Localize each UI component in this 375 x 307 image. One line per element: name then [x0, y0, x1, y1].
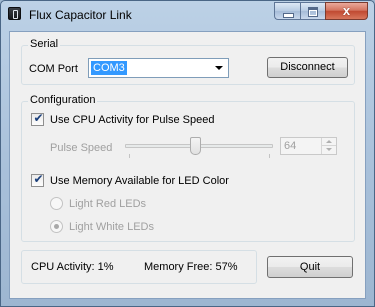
chevron-down-icon[interactable]	[215, 66, 223, 70]
quit-button[interactable]: Quit	[267, 256, 353, 278]
cpu-activity-label[interactable]: Use CPU Activity for Pulse Speed	[50, 114, 214, 126]
close-button[interactable]: x	[325, 2, 368, 20]
configuration-group-legend: Configuration	[28, 94, 98, 106]
cpu-activity-status: CPU Activity: 1%	[31, 261, 114, 273]
client-area: Serial COM Port COM3 Disconnect Configur…	[9, 31, 366, 299]
cpu-activity-checkbox[interactable]: ✔	[31, 111, 44, 126]
slider-tick	[129, 154, 130, 158]
pulse-speed-label: Pulse Speed	[50, 142, 113, 154]
radio-light-white-leds[interactable]	[50, 220, 63, 233]
slider-thumb[interactable]	[190, 137, 201, 155]
spinner-down-icon[interactable]	[322, 146, 336, 154]
radio-light-red-leds-label[interactable]: Light Red LEDs	[69, 198, 146, 210]
title-bar[interactable]: Flux Capacitor Link x	[1, 1, 374, 27]
memory-available-label[interactable]: Use Memory Available for LED Color	[50, 175, 229, 187]
checkmark-icon: ✔	[33, 172, 44, 186]
close-icon: x	[342, 3, 351, 18]
caption-buttons: x	[274, 2, 368, 21]
slider-tick	[269, 154, 270, 158]
com-port-select[interactable]: COM3	[88, 58, 229, 78]
flux-capacitor-app-icon	[8, 7, 21, 20]
radio-light-white-leds-label[interactable]: Light White LEDs	[69, 221, 154, 233]
spinner-up-icon[interactable]	[322, 138, 336, 146]
memory-free-status: Memory Free: 57%	[144, 261, 238, 273]
spinner-buttons	[321, 138, 336, 154]
pulse-speed-value: 64	[284, 140, 297, 152]
radio-light-red-leds[interactable]	[50, 197, 63, 210]
serial-group-legend: Serial	[28, 38, 61, 50]
com-port-label: COM Port	[29, 63, 78, 75]
maximize-button[interactable]	[300, 2, 325, 20]
disconnect-button[interactable]: Disconnect	[267, 57, 348, 78]
com-port-value: COM3	[91, 61, 127, 75]
memory-available-checkbox[interactable]: ✔	[31, 172, 44, 187]
minimize-button[interactable]	[274, 2, 300, 20]
checkmark-icon: ✔	[33, 111, 44, 125]
window-title: Flux Capacitor Link	[29, 8, 132, 22]
pulse-speed-spinner[interactable]: 64	[280, 137, 337, 155]
app-window: Flux Capacitor Link x Serial COM Port CO…	[0, 0, 375, 307]
